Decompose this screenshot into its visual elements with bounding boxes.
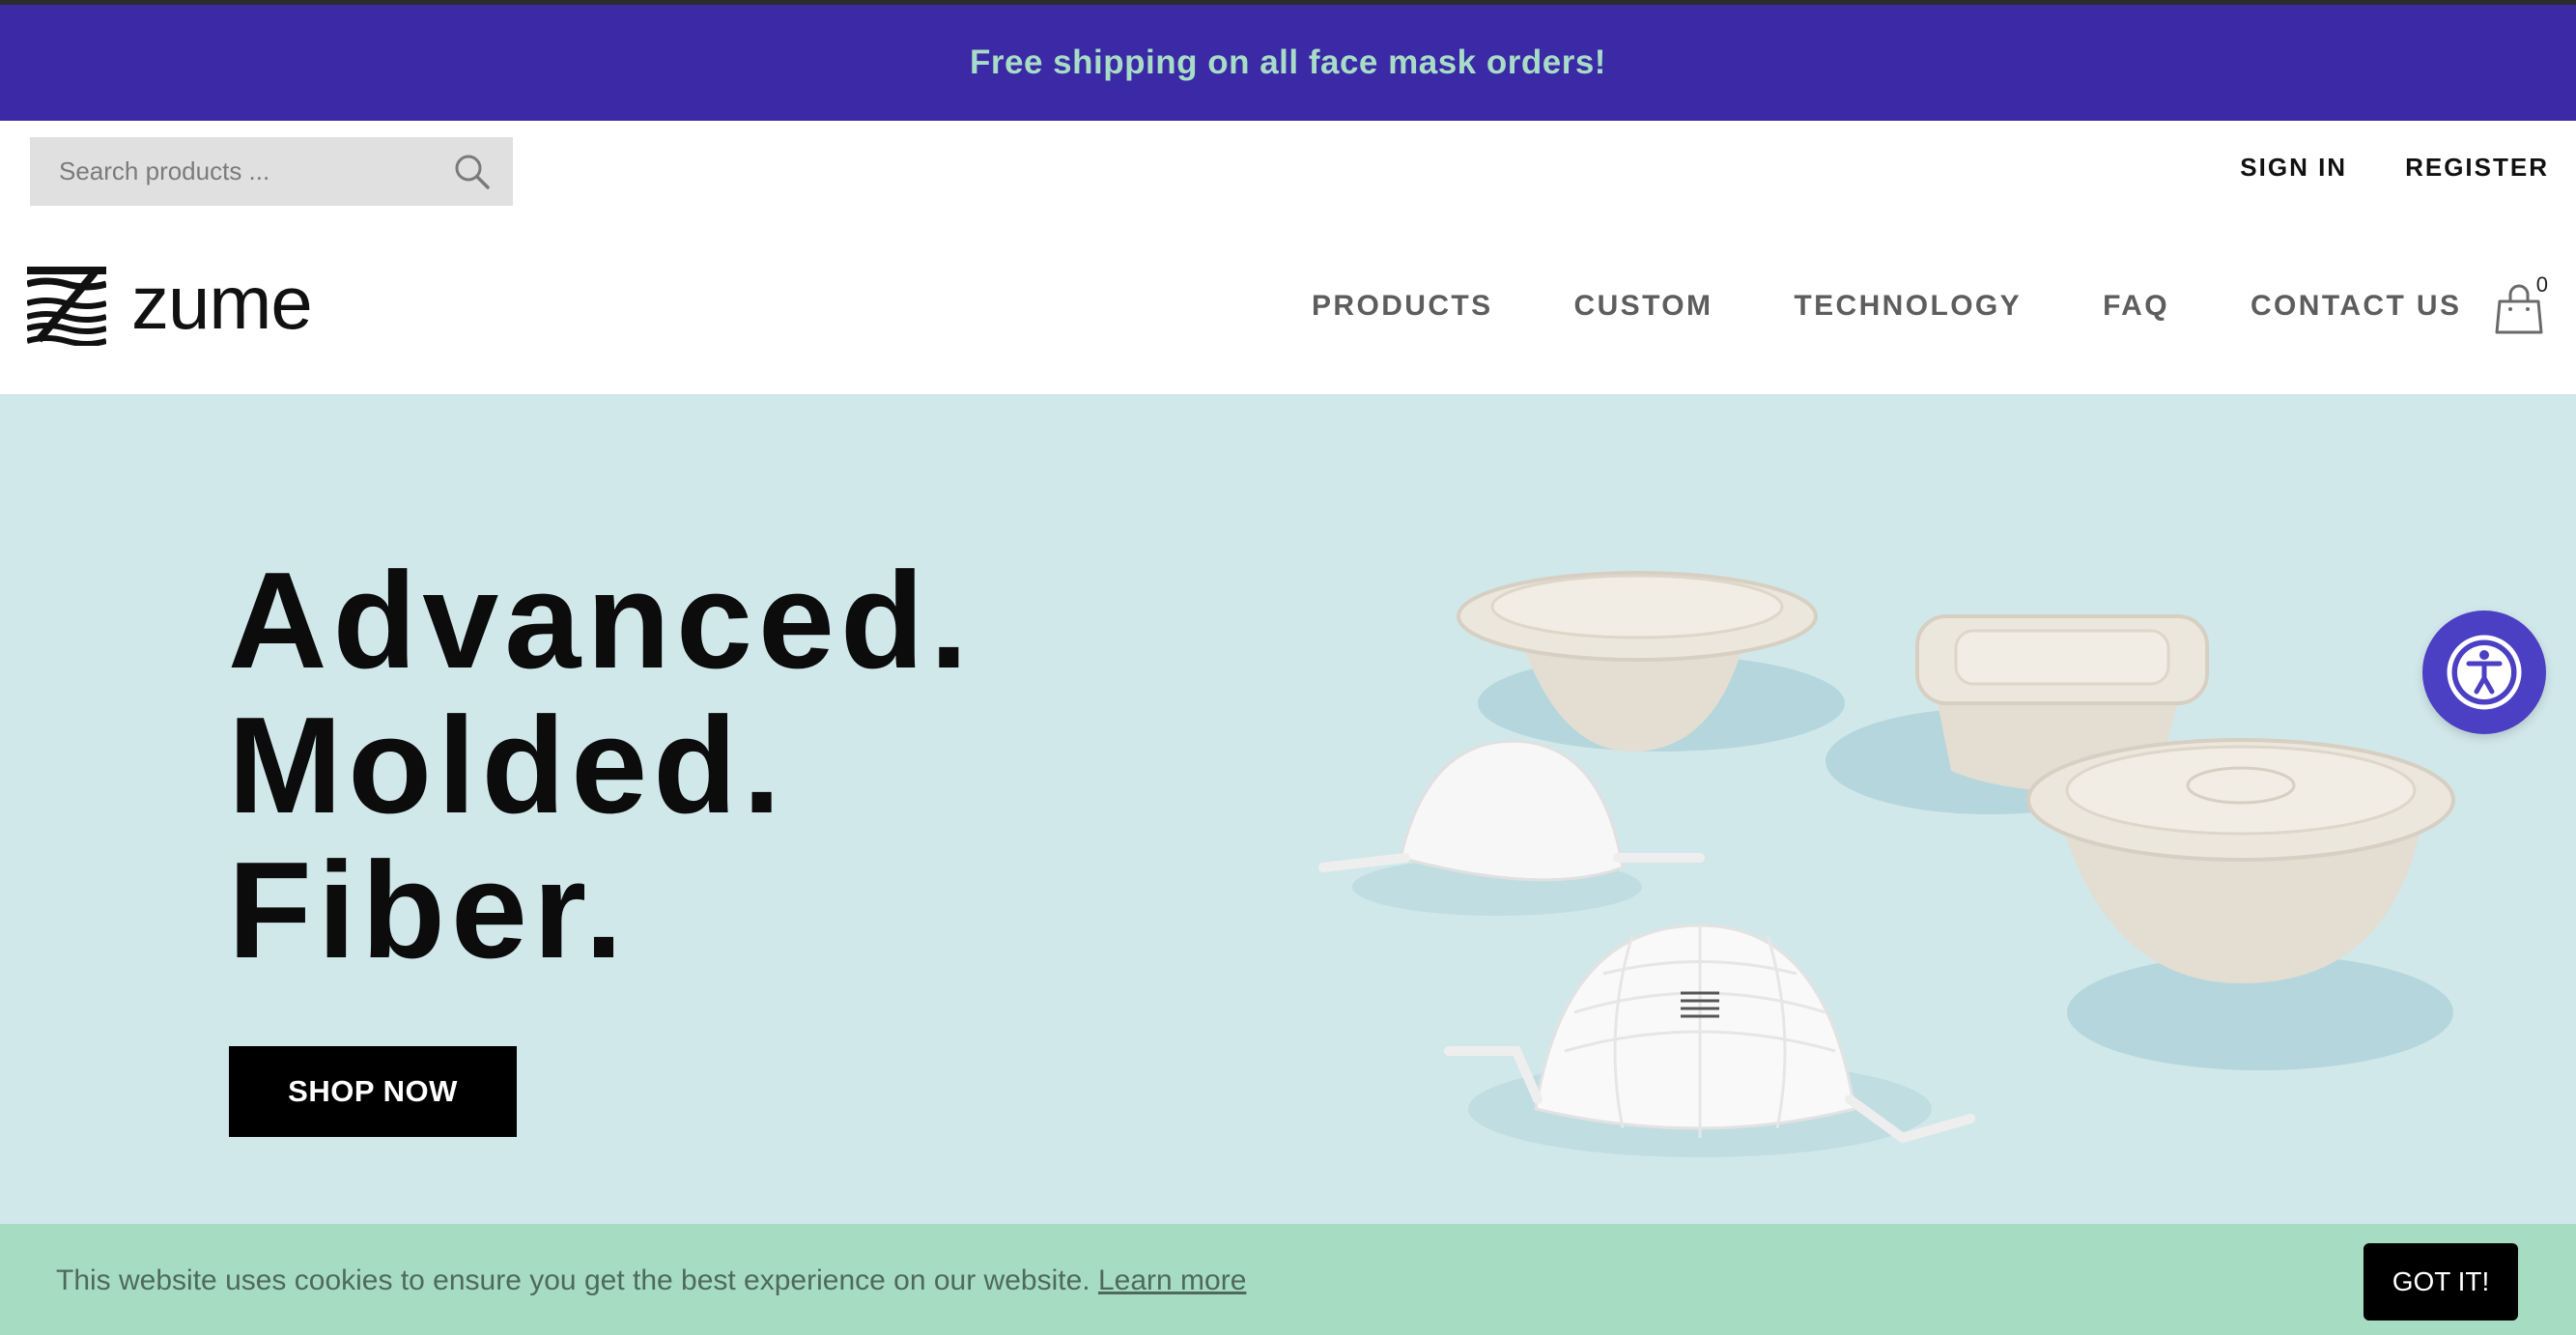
nav-technology[interactable]: TECHNOLOGY	[1794, 290, 2022, 323]
hero-line: Fiber.	[228, 834, 629, 987]
search-icon[interactable]	[451, 151, 494, 193]
accessibility-icon	[2447, 635, 2522, 710]
promo-text: Free shipping on all face mask orders!	[970, 43, 1606, 81]
cart-count: 0	[2535, 272, 2548, 297]
accessibility-button[interactable]	[2422, 611, 2546, 734]
shop-now-button[interactable]: SHOP NOW	[229, 1046, 517, 1137]
nav-faq[interactable]: FAQ	[2103, 290, 2169, 323]
cookie-banner: This website uses cookies to ensure you …	[0, 1224, 2576, 1335]
promo-banner: Free shipping on all face mask orders!	[0, 5, 2576, 121]
hero-product-image	[1318, 571, 2455, 1157]
nav-custom[interactable]: CUSTOM	[1574, 290, 1713, 323]
sign-in-link[interactable]: SIGN IN	[2240, 153, 2347, 183]
nav-contact-us[interactable]: CONTACT US	[2250, 290, 2461, 323]
hero-headline: Advanced. Molded. Fiber.	[228, 549, 974, 983]
cart-button[interactable]: 0	[2494, 272, 2548, 336]
brand-wordmark: zume	[131, 260, 313, 345]
cookie-accept-button[interactable]: GOT IT!	[2364, 1243, 2518, 1321]
main-nav: PRODUCTS CUSTOM TECHNOLOGY FAQ CONTACT U…	[1312, 290, 2461, 323]
hero-banner: Advanced. Molded. Fiber. SHOP NOW	[0, 394, 2576, 1225]
cookie-message: This website uses cookies to ensure you …	[56, 1264, 1246, 1297]
register-link[interactable]: REGISTER	[2405, 153, 2549, 183]
account-links: SIGN IN REGISTER	[2240, 153, 2549, 183]
learn-more-link[interactable]: Learn more	[1098, 1264, 1246, 1296]
zume-logo-icon	[27, 267, 106, 346]
hero-line: Advanced.	[228, 544, 975, 697]
search-box	[30, 137, 513, 206]
cookie-text: This website uses cookies to ensure you …	[56, 1264, 1090, 1296]
search-input[interactable]	[30, 137, 445, 206]
nav-products[interactable]: PRODUCTS	[1312, 290, 1493, 323]
hero-line: Molded.	[228, 689, 787, 842]
brand-logo[interactable]: zume	[27, 260, 313, 346]
